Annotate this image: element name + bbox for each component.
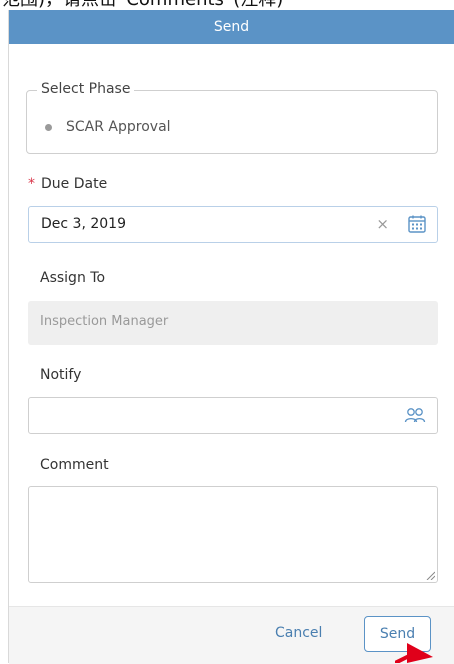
select-phase-legend: Select Phase — [37, 81, 135, 97]
cancel-button[interactable]: Cancel — [275, 625, 322, 641]
background-instruction-text: 范围)，请点击“Comments”(注释) — [0, 0, 454, 10]
dialog-header: Send — [9, 10, 454, 44]
comment-textarea[interactable] — [28, 486, 438, 583]
instruction-text: 范围)，请点击“Comments”(注释) — [2, 0, 283, 10]
required-marker: * — [28, 176, 35, 192]
resize-grip-icon[interactable] — [425, 570, 435, 580]
notify-label: Notify — [40, 367, 82, 383]
select-phase-value: SCAR Approval — [66, 119, 171, 135]
assign-to-label: Assign To — [40, 270, 106, 286]
people-icon[interactable] — [404, 406, 426, 426]
select-phase-option[interactable]: SCAR Approval — [45, 119, 171, 135]
due-date-label-text: Due Date — [41, 176, 108, 192]
dot-icon — [45, 123, 52, 131]
dialog-title: Send — [213, 19, 250, 35]
assign-to-field: Inspection Manager — [28, 301, 438, 345]
due-date-value: Dec 3, 2019 — [41, 216, 126, 232]
notify-field[interactable] — [28, 397, 438, 434]
assign-to-value: Inspection Manager — [40, 314, 169, 329]
dialog-footer: Cancel Send — [9, 606, 454, 664]
annotation-arrow-icon — [395, 643, 433, 663]
select-phase-group[interactable]: Select Phase SCAR Approval — [26, 81, 438, 154]
send-button-label: Send — [379, 626, 416, 642]
due-date-label: * Due Date — [28, 176, 107, 192]
comment-label: Comment — [40, 457, 109, 473]
calendar-icon[interactable] — [407, 214, 427, 234]
due-date-field[interactable]: Dec 3, 2019 × — [28, 206, 438, 243]
send-dialog: Send Select Phase SCAR Approval * Due Dat… — [8, 10, 454, 664]
close-icon[interactable]: × — [376, 215, 389, 233]
